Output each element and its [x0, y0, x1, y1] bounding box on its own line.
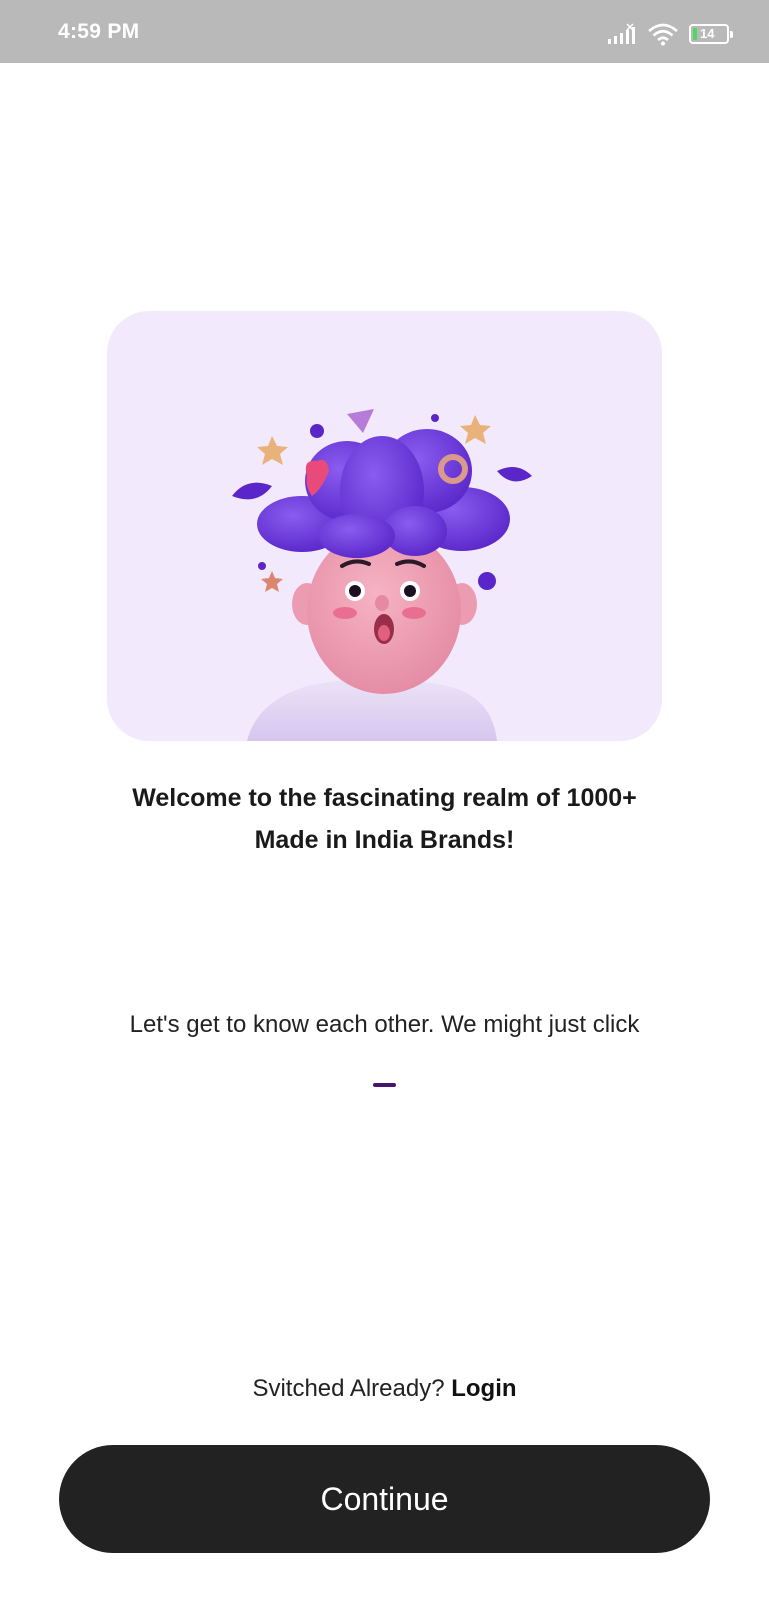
status-time: 4:59 PM: [58, 20, 140, 43]
signal-icon: [608, 23, 635, 44]
login-prompt-text: Svitched Already?: [252, 1375, 452, 1402]
welcome-title-line2: Made in India Brands!: [254, 826, 515, 854]
continue-button[interactable]: Continue: [59, 1445, 710, 1553]
status-bar: 4:59 PM 14: [0, 0, 769, 63]
welcome-title-line1: Welcome to the fascinating realm of 1000…: [132, 784, 637, 812]
battery-fill: [693, 28, 697, 40]
battery-level: 14: [700, 26, 715, 41]
login-link[interactable]: Login: [451, 1375, 516, 1402]
surprised-character-illustration: [232, 409, 532, 741]
welcome-title: Welcome to the fascinating realm of 1000…: [90, 777, 679, 861]
battery-icon: 14: [689, 24, 733, 44]
page-indicator: [373, 1083, 396, 1087]
onboarding-subtitle: Let's get to know each other. We might j…: [129, 1011, 640, 1038]
wifi-icon: [648, 23, 678, 46]
status-icons: 14: [607, 20, 733, 48]
login-prompt: Svitched Already? Login: [0, 1375, 769, 1403]
hero-illustration-card: [107, 311, 662, 741]
